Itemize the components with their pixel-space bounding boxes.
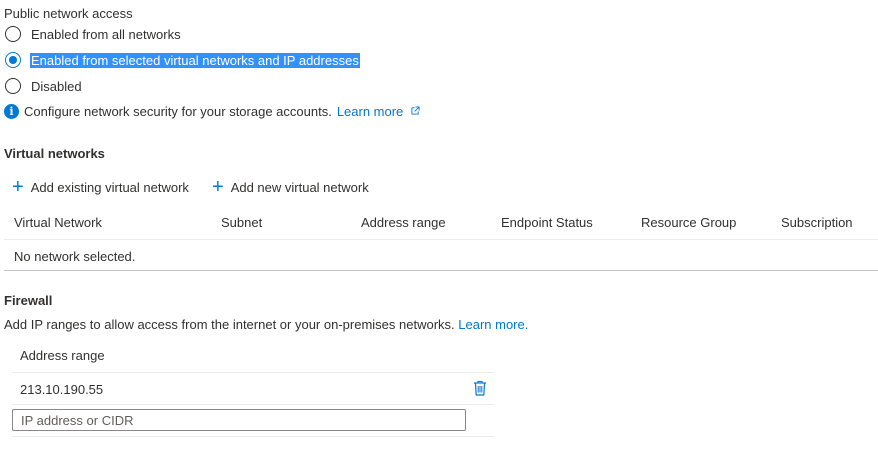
radio-button-icon[interactable] xyxy=(5,26,21,42)
radio-enabled-selected-networks[interactable]: Enabled from selected virtual networks a… xyxy=(5,50,360,70)
column-header-resource-group[interactable]: Resource Group xyxy=(641,215,736,230)
firewall-description: Add IP ranges to allow access from the i… xyxy=(4,317,528,332)
radio-disabled[interactable]: Disabled xyxy=(5,76,82,96)
add-existing-label: Add existing virtual network xyxy=(30,179,189,195)
firewall-table-header: Address range xyxy=(12,342,494,373)
column-header-subnet[interactable]: Subnet xyxy=(221,215,262,230)
info-icon: i xyxy=(4,104,19,119)
add-new-label: Add new virtual network xyxy=(230,179,369,195)
radio-button-checked-icon[interactable] xyxy=(5,52,21,68)
radio-label: Enabled from selected virtual networks a… xyxy=(30,52,360,68)
radio-enabled-all-networks[interactable]: Enabled from all networks xyxy=(5,24,181,44)
public-network-access-label: Public network access xyxy=(4,6,133,21)
radio-label: Disabled xyxy=(31,78,82,94)
delete-icon[interactable] xyxy=(473,380,487,396)
column-header-address-range: Address range xyxy=(20,348,105,363)
firewall-description-text: Add IP ranges to allow access from the i… xyxy=(4,317,455,332)
add-icon: + xyxy=(212,176,224,198)
column-header-address-range[interactable]: Address range xyxy=(361,215,446,230)
column-header-subscription[interactable]: Subscription xyxy=(781,215,853,230)
column-header-virtual-network[interactable]: Virtual Network xyxy=(14,215,102,230)
learn-more-link[interactable]: Learn more xyxy=(337,104,420,119)
virtual-networks-heading: Virtual networks xyxy=(4,146,105,161)
add-new-virtual-network-button[interactable]: + Add new virtual network xyxy=(212,176,369,198)
table-row: 213.10.190.55 xyxy=(12,373,494,405)
empty-message: No network selected. xyxy=(14,249,136,264)
info-text: Configure network security for your stor… xyxy=(24,104,332,119)
external-link-icon xyxy=(411,106,420,115)
firewall-learn-more-link[interactable]: Learn more. xyxy=(458,317,528,332)
radio-button-icon[interactable] xyxy=(5,78,21,94)
add-icon: + xyxy=(12,176,24,198)
firewall-input-row xyxy=(12,405,494,437)
address-range-value: 213.10.190.55 xyxy=(20,382,104,397)
ip-address-input[interactable] xyxy=(12,409,466,431)
radio-label: Enabled from all networks xyxy=(31,26,181,42)
virtual-networks-empty-row: No network selected. xyxy=(4,240,878,271)
add-existing-virtual-network-button[interactable]: + Add existing virtual network xyxy=(12,176,189,198)
info-message: i Configure network security for your st… xyxy=(4,104,420,119)
column-header-endpoint-status[interactable]: Endpoint Status xyxy=(501,215,593,230)
virtual-networks-table-header: Virtual Network Subnet Address range End… xyxy=(4,210,878,240)
firewall-heading: Firewall xyxy=(4,293,53,308)
learn-more-label[interactable]: Learn more xyxy=(337,104,403,119)
